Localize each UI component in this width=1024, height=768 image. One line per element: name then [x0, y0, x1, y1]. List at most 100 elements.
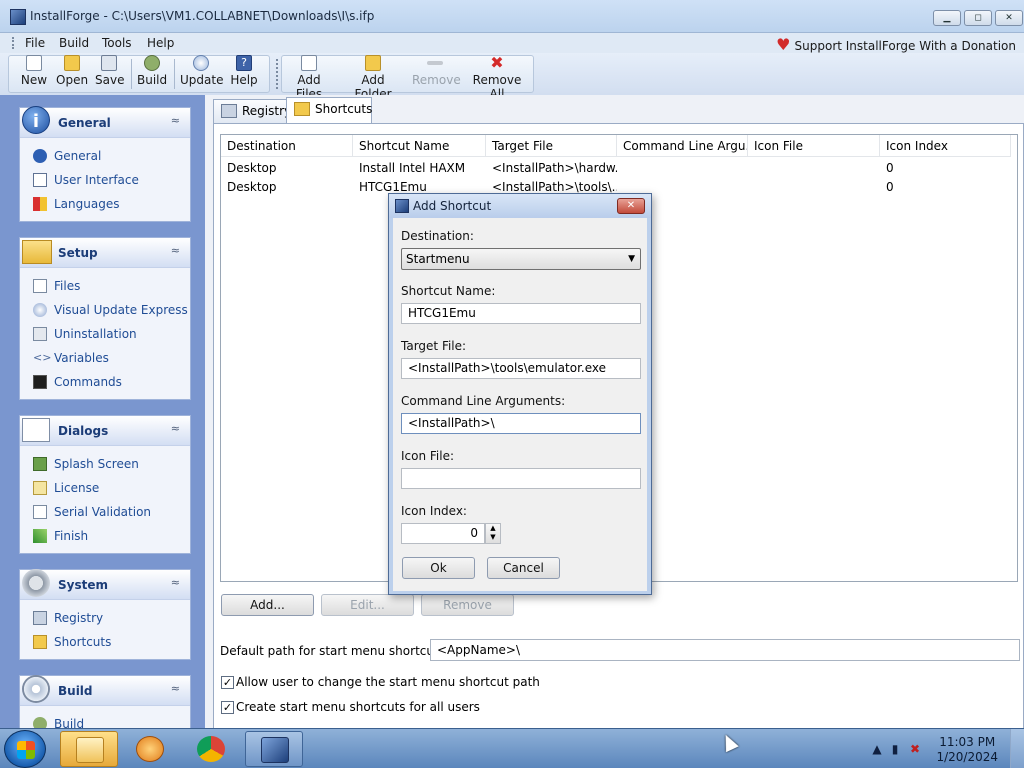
column-header-destination[interactable]: Destination: [221, 135, 353, 157]
sidebar-item-languages[interactable]: Languages: [20, 192, 190, 216]
taskbar-chrome[interactable]: [182, 731, 240, 767]
menu-file[interactable]: File: [25, 36, 45, 50]
menu-grip[interactable]: [12, 37, 15, 49]
sidebar-item-visual-update-express[interactable]: Visual Update Express: [20, 298, 190, 322]
icon-file-input[interactable]: [401, 468, 641, 489]
collapse-icon[interactable]: ≈: [171, 244, 180, 257]
column-header-shortcut-name[interactable]: Shortcut Name: [353, 135, 486, 157]
new-label: New: [20, 73, 48, 87]
heart-icon: ♥: [776, 35, 791, 54]
sidebar-item-registry[interactable]: Registry: [20, 606, 190, 630]
taskbar-media-player[interactable]: [121, 731, 179, 767]
chrome-icon: [197, 736, 225, 762]
clock-time: 11:03 PM: [939, 735, 996, 749]
sidebar-item-commands[interactable]: Commands: [20, 370, 190, 394]
add-shortcut-button[interactable]: Add...: [221, 594, 314, 616]
taskbar-installforge[interactable]: [245, 731, 303, 767]
shortcut-name-input[interactable]: HTCG1Emu: [401, 303, 641, 324]
splash-image-icon: [33, 457, 47, 471]
tab-label: Registry: [242, 104, 292, 118]
volume-muted-icon[interactable]: ✖: [908, 742, 922, 756]
ok-button[interactable]: Ok: [402, 557, 475, 579]
remove-shortcut-button[interactable]: Remove: [421, 594, 514, 616]
column-header-target-file[interactable]: Target File: [486, 135, 617, 157]
sidebar-item-label: Registry: [54, 611, 104, 625]
sidebar-item-user-interface[interactable]: User Interface: [20, 168, 190, 192]
dialog-close-button[interactable]: ✕: [617, 198, 645, 214]
update-icon: [33, 303, 47, 317]
sidebar-item-label: User Interface: [54, 173, 139, 187]
build-button[interactable]: Build: [137, 55, 167, 87]
info-icon: i: [22, 106, 50, 134]
system-gear-icon: [22, 569, 50, 597]
start-button[interactable]: [4, 730, 46, 768]
sidebar-item-variables[interactable]: <> Variables: [20, 346, 190, 370]
collapse-icon[interactable]: ≈: [171, 682, 180, 695]
icon-index-spinner[interactable]: ▲ ▼: [485, 523, 501, 544]
taskbar-file-explorer[interactable]: [60, 731, 118, 767]
collapse-icon[interactable]: ≈: [171, 114, 180, 127]
menu-help[interactable]: Help: [147, 36, 174, 50]
maximize-button[interactable]: ◻: [964, 10, 992, 26]
sidebar-item-files[interactable]: Files: [20, 274, 190, 298]
new-button[interactable]: New: [20, 55, 48, 87]
show-hidden-icons-icon[interactable]: ▲: [870, 742, 884, 756]
sidebar-item-serial-validation[interactable]: Serial Validation: [20, 500, 190, 524]
remove-toolbar-button[interactable]: Remove: [412, 55, 461, 87]
allow-change-path-checkbox[interactable]: ✓: [221, 676, 234, 689]
remove-label: Remove: [412, 73, 461, 87]
help-button[interactable]: ? Help: [230, 55, 258, 87]
section-header-general[interactable]: i General ≈: [20, 106, 190, 138]
sidebar-item-label: Splash Screen: [54, 457, 139, 471]
all-users-checkbox[interactable]: ✓: [221, 701, 234, 714]
column-header-command-line[interactable]: Command Line Argu...: [617, 135, 748, 157]
icon-index-input[interactable]: 0: [401, 523, 485, 544]
cell-icon-index: 0: [886, 180, 894, 194]
collapse-icon[interactable]: ≈: [171, 576, 180, 589]
section-header-dialogs[interactable]: Dialogs ≈: [20, 416, 190, 446]
network-icon[interactable]: ▮: [888, 742, 902, 756]
tab-shortcuts[interactable]: Shortcuts: [286, 97, 372, 123]
update-icon: [193, 55, 209, 71]
close-button[interactable]: ✕: [995, 10, 1023, 26]
show-desktop-button[interactable]: [1010, 729, 1024, 768]
update-button[interactable]: Update: [180, 55, 223, 87]
toolbar-grip[interactable]: [276, 59, 278, 89]
default-path-input[interactable]: <AppName>\: [430, 639, 1020, 661]
target-file-input[interactable]: <InstallPath>\tools\emulator.exe: [401, 358, 641, 379]
dialog-window-icon: [22, 418, 50, 442]
destination-select[interactable]: Startmenu ▼: [401, 248, 641, 270]
sidebar-item-uninstallation[interactable]: Uninstallation: [20, 322, 190, 346]
column-header-icon-file[interactable]: Icon File: [748, 135, 880, 157]
section-header-system[interactable]: System ≈: [20, 569, 190, 600]
sidebar: i General ≈ General User Interface Langu…: [0, 95, 205, 731]
open-folder-icon: [64, 55, 80, 71]
collapse-icon[interactable]: ≈: [171, 422, 180, 435]
cmd-args-input[interactable]: <InstallPath>\: [401, 413, 641, 434]
save-button[interactable]: Save: [95, 55, 124, 87]
minimize-button[interactable]: ▁: [933, 10, 961, 26]
sidebar-item-shortcuts[interactable]: Shortcuts: [20, 630, 190, 654]
column-header-icon-index[interactable]: Icon Index: [880, 135, 1011, 157]
sidebar-item-label: Files: [54, 279, 81, 293]
cancel-button[interactable]: Cancel: [487, 557, 560, 579]
file-explorer-icon: [76, 737, 104, 763]
donation-link[interactable]: ♥ Support InstallForge With a Donation: [776, 35, 1016, 54]
menu-tools[interactable]: Tools: [102, 36, 132, 50]
section-header-setup[interactable]: Setup ≈: [20, 238, 190, 268]
edit-shortcut-button[interactable]: Edit...: [321, 594, 414, 616]
sidebar-item-finish[interactable]: Finish: [20, 524, 190, 548]
dialog-title-bar[interactable]: Add Shortcut ✕: [389, 194, 651, 218]
sidebar-item-general[interactable]: General: [20, 144, 190, 168]
section-header-build[interactable]: Build ≈: [20, 675, 190, 706]
new-file-icon: [26, 55, 42, 71]
sidebar-item-license[interactable]: License: [20, 476, 190, 500]
sidebar-section-setup: Setup ≈ Files Visual Update Express Unin…: [19, 237, 191, 400]
tab-registry[interactable]: Registry: [213, 99, 292, 123]
menu-build[interactable]: Build: [59, 36, 89, 50]
clock[interactable]: 11:03 PM 1/20/2024: [936, 735, 998, 765]
open-button[interactable]: Open: [56, 55, 88, 87]
general-info-icon: [33, 149, 47, 163]
sidebar-item-splash-screen[interactable]: Splash Screen: [20, 452, 190, 476]
menu-bar: File Build Tools Help ♥ Support InstallFo…: [0, 33, 1024, 54]
